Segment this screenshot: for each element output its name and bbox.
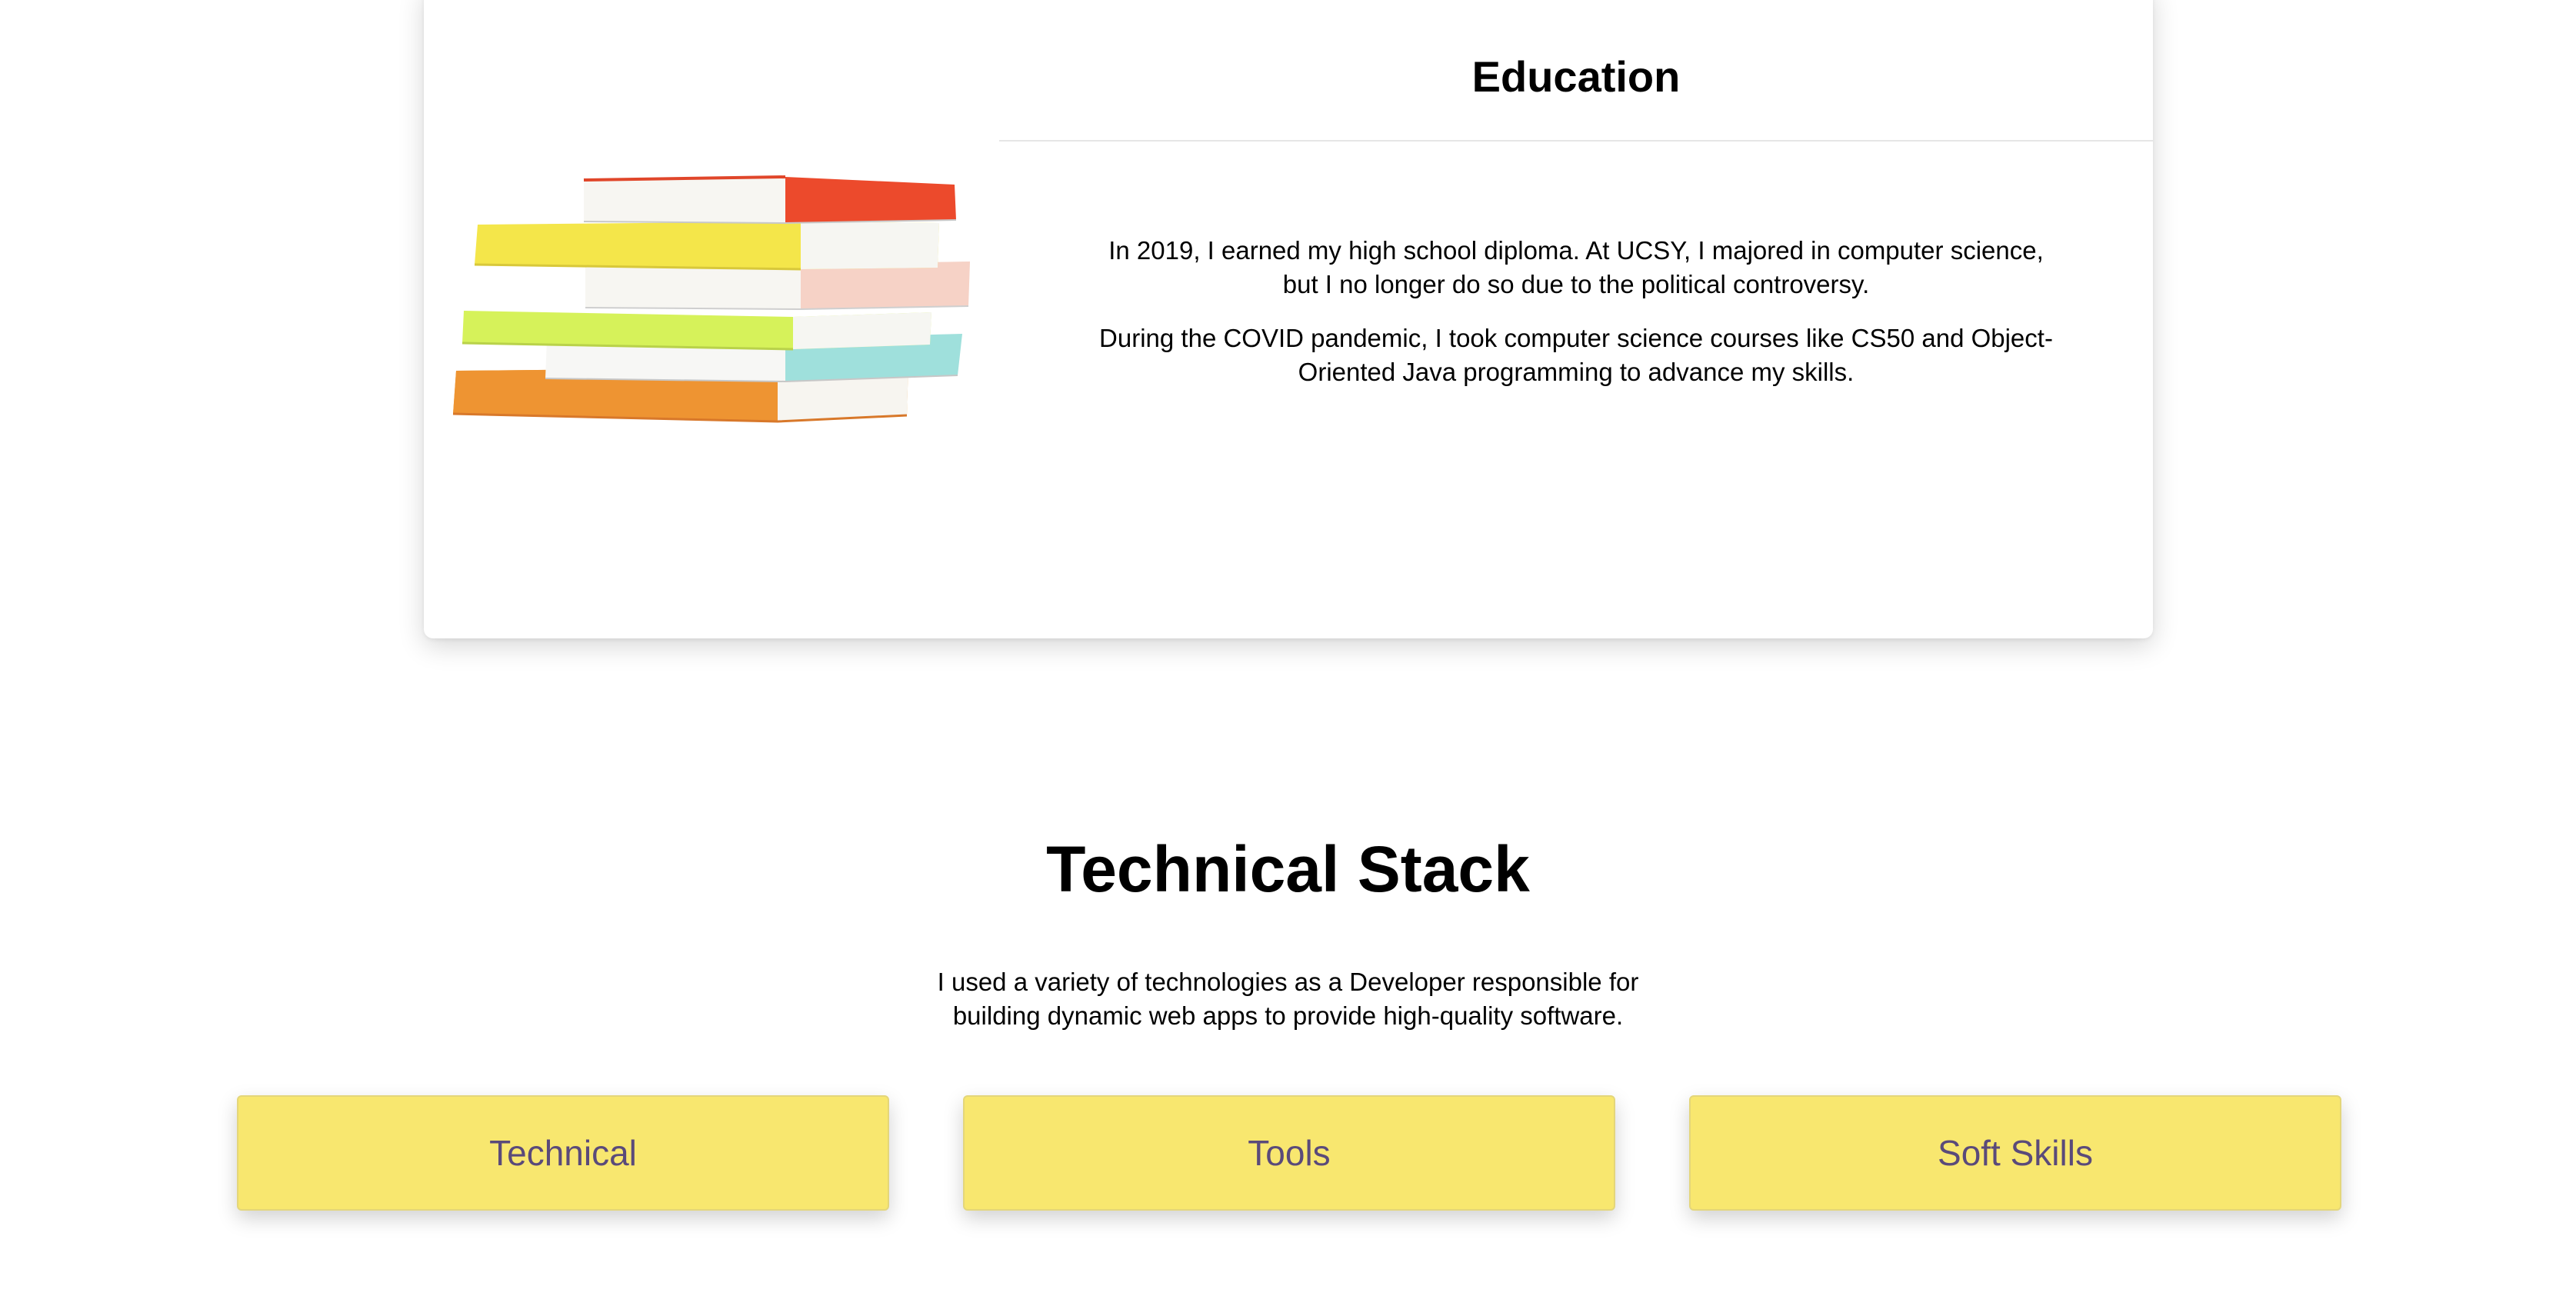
book-red	[583, 175, 957, 225]
education-card: Education In 2019, I earned my high scho…	[424, 0, 2153, 638]
page: Education In 2019, I earned my high scho…	[0, 0, 2576, 1316]
technical-stack-description: I used a variety of technologies as a De…	[937, 968, 1639, 1030]
stack-tabs: Technical Tools Soft Skills	[237, 1095, 2341, 1212]
education-content: Education In 2019, I earned my high scho…	[999, 0, 2153, 409]
technical-stack-title: Technical Stack	[1046, 833, 1530, 905]
book-green	[462, 311, 931, 351]
tab-soft-skills[interactable]: Soft Skills	[1689, 1095, 2341, 1211]
tab-tools[interactable]: Tools	[963, 1095, 1615, 1211]
education-paragraph: During the COVID pandemic, I took comput…	[1099, 324, 2053, 386]
tab-technical[interactable]: Technical	[237, 1095, 889, 1211]
book-yellow	[474, 222, 939, 271]
education-title: Education	[999, 0, 2153, 142]
books-stack-image	[452, 175, 970, 423]
education-paragraph: In 2019, I earned my high school diploma…	[1108, 236, 2044, 298]
education-body: In 2019, I earned my high school diploma…	[1091, 234, 2061, 389]
